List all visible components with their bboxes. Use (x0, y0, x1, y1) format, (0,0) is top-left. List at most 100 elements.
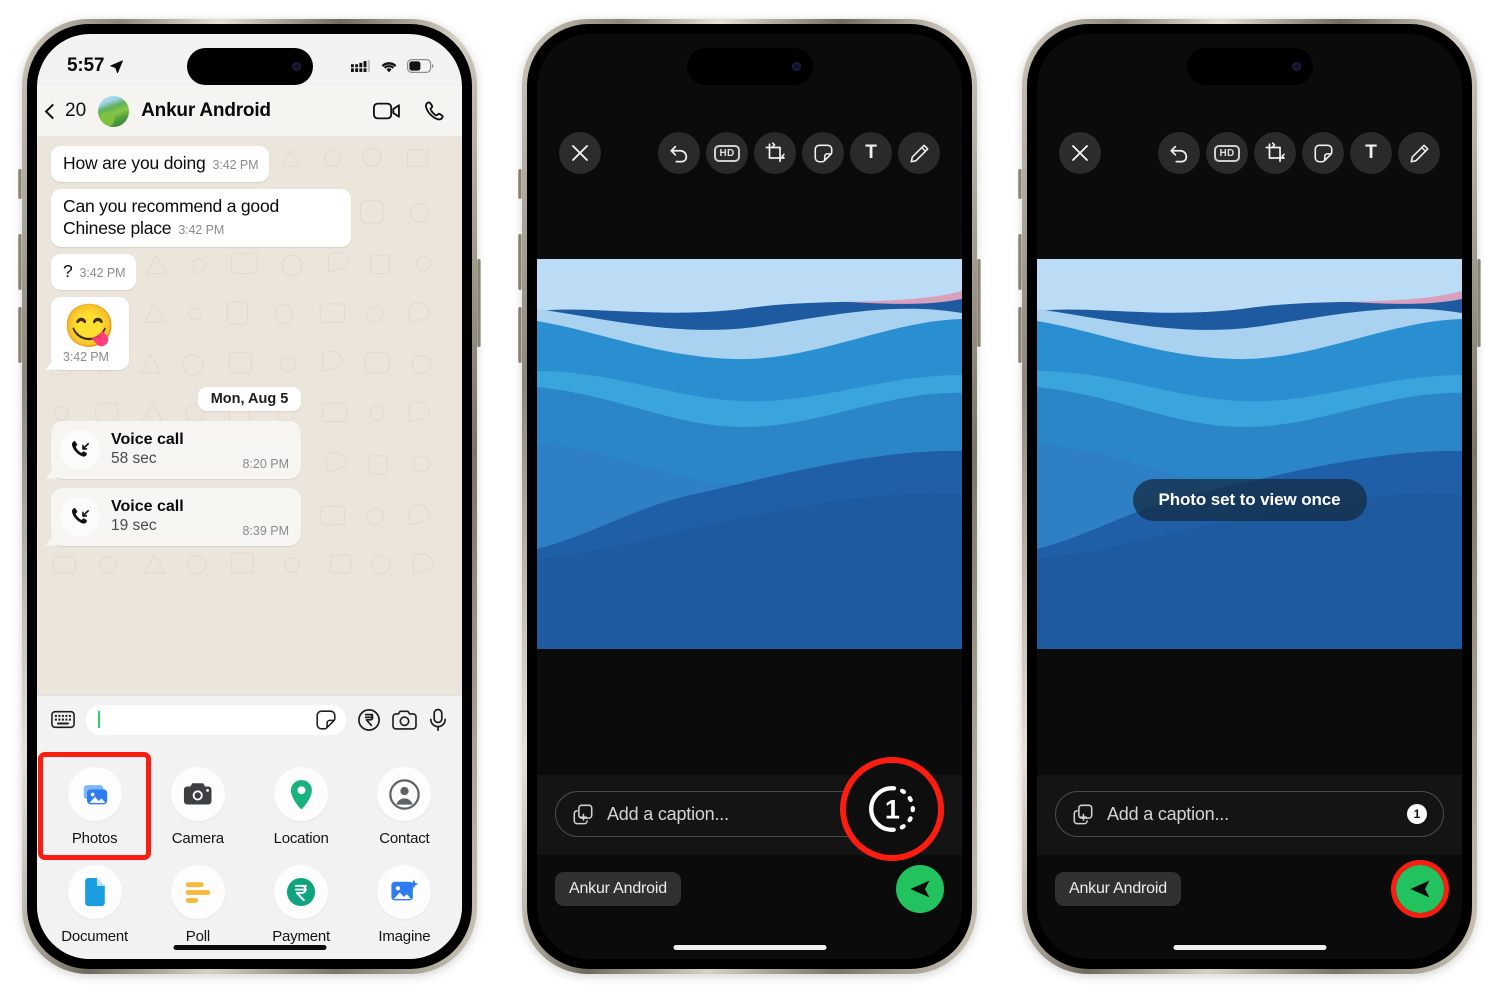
power-button[interactable] (477, 259, 481, 347)
draw-button[interactable] (1398, 132, 1440, 174)
dynamic-island (1186, 48, 1313, 85)
attachment-document[interactable]: Document (43, 855, 146, 953)
phone-3-frame: HD T Photo set to view once Add a captio… (1018, 19, 1481, 974)
recipient-chip[interactable]: Ankur Android (1055, 872, 1181, 906)
status-indicators (351, 59, 434, 74)
call-duration: 58 sec (111, 450, 157, 468)
microphone-icon[interactable] (428, 708, 448, 732)
phone-2-screen: HD T Add a caption... Ankur Android 1 (537, 34, 962, 959)
message-bubble[interactable]: How are you doing 3:42 PM (51, 146, 270, 182)
message-time: 3:42 PM (212, 158, 259, 172)
phone-1-frame: 5:57 20 Ankur Android How are you doing … (18, 19, 481, 974)
sticker-icon[interactable] (315, 709, 337, 731)
unread-count: 20 (65, 100, 87, 121)
message-bubble[interactable]: ? 3:42 PM (51, 253, 137, 290)
attachment-poll[interactable]: Poll (146, 855, 249, 953)
volume-down-button[interactable] (518, 307, 522, 363)
avatar[interactable] (98, 95, 130, 127)
text-icon: T (865, 142, 877, 163)
send-paperplane-icon (910, 880, 930, 898)
message-time: 3:42 PM (63, 349, 109, 364)
hd-button[interactable]: HD (1206, 132, 1248, 174)
attachment-contact[interactable]: Contact (353, 757, 456, 855)
undo-button[interactable] (1158, 132, 1200, 174)
view-once-highlight[interactable]: 1 (840, 757, 944, 861)
attachment-row-2: Document Poll Payment Imagine (43, 855, 456, 953)
call-title: Voice call (111, 497, 184, 515)
call-log-card[interactable]: Voice call 19 sec 8:39 PM (51, 487, 301, 546)
power-button[interactable] (1477, 259, 1481, 347)
crop-button[interactable] (754, 132, 796, 174)
text-button[interactable]: T (1350, 132, 1392, 174)
incoming-call-icon (60, 496, 100, 537)
mute-switch[interactable] (518, 169, 522, 199)
sticker-button[interactable] (802, 132, 844, 174)
back-button[interactable]: 20 (44, 100, 87, 122)
send-zone: Ankur Android (537, 855, 962, 959)
view-once-1-icon: 1 (869, 786, 915, 832)
draw-button[interactable] (898, 132, 940, 174)
undo-button[interactable] (658, 132, 700, 174)
volume-up-button[interactable] (1018, 234, 1022, 290)
send-paperplane-icon (1410, 880, 1430, 898)
close-x-icon (1072, 145, 1088, 161)
volume-down-button[interactable] (1018, 307, 1022, 363)
photo-preview[interactable] (1037, 259, 1462, 649)
video-camera-icon[interactable] (373, 101, 401, 121)
attachment-camera[interactable]: Camera (146, 757, 249, 855)
recipient-chip[interactable]: Ankur Android (555, 872, 681, 906)
volume-up-button[interactable] (518, 234, 522, 290)
hd-button[interactable]: HD (706, 132, 748, 174)
attachment-label: Photos (71, 830, 118, 847)
cellular-bars-icon (351, 59, 370, 72)
phone-handset-icon[interactable] (423, 100, 446, 123)
crop-button[interactable] (1254, 132, 1296, 174)
home-indicator[interactable] (673, 945, 826, 950)
caption-placeholder: Add a caption... (1107, 803, 1229, 824)
chat-message-list[interactable]: How are you doing 3:42 PM Can you recomme… (37, 136, 462, 695)
attachment-label: Contact (379, 830, 430, 847)
pencil-icon (1409, 143, 1429, 163)
attachment-label: Poll (185, 928, 210, 945)
volume-down-button[interactable] (18, 307, 22, 363)
header-actions (373, 100, 446, 123)
close-button[interactable] (559, 132, 601, 174)
editor-tools: HD T (658, 132, 940, 174)
attachment-imagine[interactable]: Imagine (353, 855, 456, 953)
message-bubble[interactable]: Can you recommend a good Chinese place 3:… (51, 188, 351, 247)
call-log-card[interactable]: Voice call 58 sec 8:20 PM (51, 420, 301, 479)
message-text: Can you recommend a good Chinese place (63, 195, 280, 238)
close-x-icon (572, 145, 588, 161)
mute-switch[interactable] (1018, 169, 1022, 199)
crop-icon (1265, 142, 1285, 163)
caption-input[interactable]: Add a caption... 1 (1055, 791, 1444, 837)
attachment-row-1: Photos Camera Location Contact (37, 752, 456, 860)
add-media-icon[interactable] (1072, 803, 1094, 825)
volume-up-button[interactable] (18, 234, 22, 290)
add-media-icon[interactable] (572, 803, 594, 825)
attachment-location[interactable]: Location (250, 757, 353, 855)
rupee-circle-icon[interactable] (357, 708, 381, 732)
camera-icon[interactable] (392, 709, 417, 731)
send-button[interactable] (896, 865, 944, 913)
caption-placeholder: Add a caption... (607, 803, 729, 824)
close-button[interactable] (1059, 132, 1101, 174)
svg-text:1: 1 (885, 794, 900, 824)
mute-switch[interactable] (18, 169, 22, 199)
message-bubble-emoji[interactable]: 😋 3:42 PM (51, 296, 130, 370)
undo-icon (1170, 145, 1188, 163)
sticker-button[interactable] (1302, 132, 1344, 174)
power-button[interactable] (977, 259, 981, 347)
attachment-label: Payment (272, 928, 331, 945)
home-indicator[interactable] (1173, 945, 1326, 950)
keyboard-icon[interactable] (51, 710, 75, 729)
attachment-payment[interactable]: Payment (250, 855, 353, 953)
view-once-active-badge[interactable]: 1 (1407, 804, 1427, 824)
home-indicator[interactable] (173, 945, 326, 950)
attachment-photos[interactable]: Photos (37, 752, 152, 860)
text-button[interactable]: T (850, 132, 892, 174)
send-button[interactable] (1391, 860, 1449, 918)
editor-tools: HD T (1158, 132, 1440, 174)
photo-preview[interactable] (537, 259, 962, 649)
message-input-field[interactable] (86, 704, 346, 735)
